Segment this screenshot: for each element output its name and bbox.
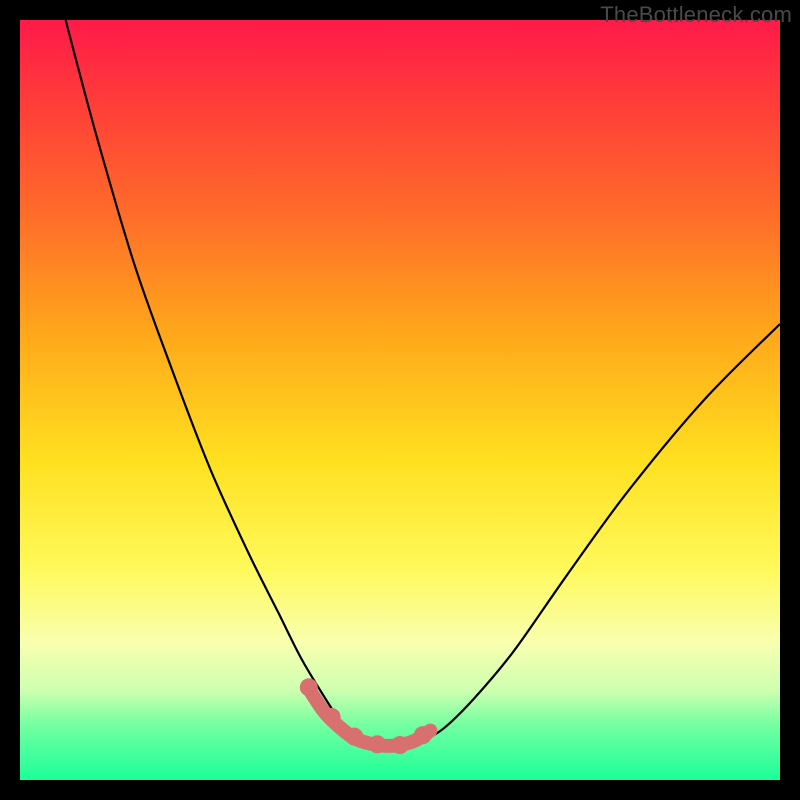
bottleneck-curve-chart (20, 20, 780, 780)
highlight-dot (414, 726, 432, 744)
highlight-dot (368, 735, 386, 753)
main-curve (66, 20, 780, 746)
highlight-dot (323, 708, 341, 726)
chart-frame (20, 20, 780, 780)
highlight-dot (345, 728, 363, 746)
highlight-dot (391, 736, 409, 754)
watermark-text: TheBottleneck.com (600, 2, 792, 28)
highlight-dot (300, 678, 318, 696)
